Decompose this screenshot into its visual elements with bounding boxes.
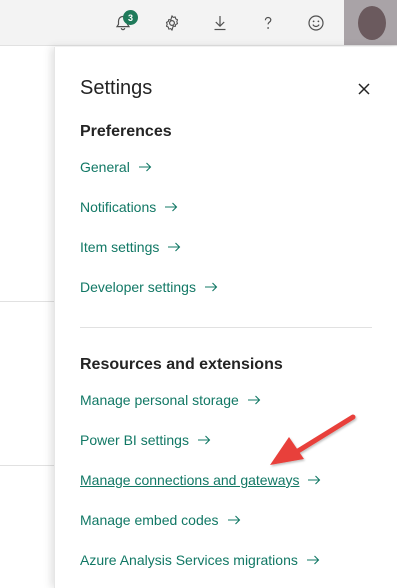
azure-analysis-services-migrations-link[interactable]: Azure Analysis Services migrations: [80, 552, 320, 568]
manage-connections-gateways-link[interactable]: Manage connections and gateways: [80, 472, 321, 488]
notification-badge: 3: [123, 10, 138, 25]
link-label: Developer settings: [80, 279, 196, 295]
download-button[interactable]: [204, 7, 236, 39]
general-link[interactable]: General: [80, 159, 152, 175]
help-icon: [264, 16, 272, 29]
arrow-right-icon: [168, 242, 181, 252]
item-settings-link[interactable]: Item settings: [80, 239, 181, 255]
link-label: Power BI settings: [80, 432, 189, 448]
arrow-right-icon: [197, 435, 211, 445]
arrow-right-icon: [306, 555, 320, 565]
notifications-button[interactable]: 3: [107, 7, 139, 39]
link-label: Item settings: [80, 239, 160, 255]
arrow-right-icon: [165, 202, 178, 212]
manage-embed-codes-link[interactable]: Manage embed codes: [80, 512, 241, 528]
avatar[interactable]: [344, 0, 397, 45]
gear-icon: [165, 15, 179, 31]
preferences-heading: Preferences: [80, 123, 172, 140]
help-button[interactable]: [252, 7, 284, 39]
link-label: Manage connections and gateways: [80, 472, 300, 488]
arrow-right-icon: [204, 282, 218, 292]
download-icon: [214, 16, 226, 31]
manage-personal-storage-link[interactable]: Manage personal storage: [80, 392, 261, 408]
link-label: Notifications: [80, 199, 157, 215]
close-icon: [358, 83, 370, 95]
power-bi-settings-link[interactable]: Power BI settings: [80, 432, 211, 448]
top-bar: 3: [0, 0, 397, 46]
close-button[interactable]: [353, 78, 375, 100]
link-label: Manage personal storage: [80, 392, 239, 408]
arrow-right-icon: [247, 395, 261, 405]
smiley-icon: [308, 15, 324, 31]
background-divider: [0, 465, 60, 466]
background-divider: [0, 301, 60, 302]
settings-panel: Settings Preferences General Notificatio…: [54, 47, 397, 588]
section-divider: [80, 327, 372, 328]
arrow-right-icon: [308, 475, 321, 485]
avatar-photo: [358, 6, 386, 40]
feedback-button[interactable]: [300, 7, 332, 39]
resources-heading: Resources and extensions: [80, 356, 283, 373]
settings-button[interactable]: [156, 7, 188, 39]
arrow-right-icon: [227, 515, 241, 525]
notifications-link[interactable]: Notifications: [80, 199, 178, 215]
link-label: Azure Analysis Services migrations: [80, 552, 298, 568]
link-label: General: [80, 159, 130, 175]
developer-settings-link[interactable]: Developer settings: [80, 279, 218, 295]
panel-title: Settings: [80, 77, 153, 99]
link-label: Manage embed codes: [80, 512, 219, 528]
arrow-right-icon: [138, 162, 152, 172]
